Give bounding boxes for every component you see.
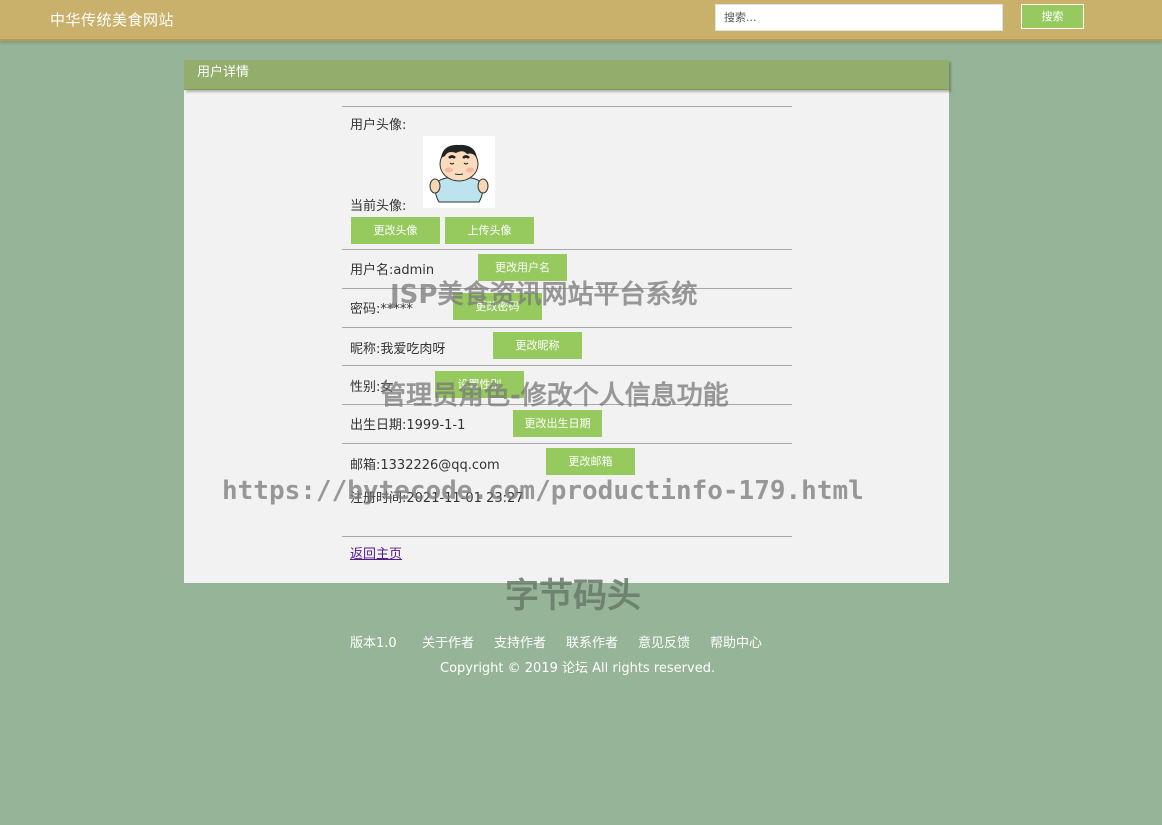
- avatar-section-label: 用户头像:: [350, 118, 407, 133]
- change-email-button[interactable]: 更改邮箱: [546, 448, 635, 475]
- change-nickname-button[interactable]: 更改昵称: [493, 332, 582, 359]
- password-value: *****: [380, 302, 413, 317]
- birthday-row: 出生日期:1999-1-1 更改出生日期: [342, 405, 792, 443]
- user-detail-panel: 用户详情 用户头像: 当前头像: 更改头像 上传头像 用户名:admin 更改用…: [184, 60, 949, 583]
- current-avatar-label: 当前头像:: [350, 199, 407, 214]
- register-time-row: 注册时间:2021-11-01 23:27: [342, 482, 792, 536]
- password-row: 密码:***** 更改密码: [342, 289, 792, 327]
- nickname-value: 我爱吃肉呀: [380, 342, 446, 357]
- avatar-image: [423, 136, 495, 208]
- gender-row: 性别:女 设置性别: [342, 366, 792, 404]
- user-detail-content: 用户头像: 当前头像: 更改头像 上传头像 用户名:admin 更改用户名 密码…: [342, 106, 792, 567]
- site-title[interactable]: 中华传统美食网站: [50, 9, 174, 30]
- register-time-value: 2021-11-01 23:27: [406, 491, 524, 506]
- set-gender-button[interactable]: 设置性别: [435, 371, 524, 398]
- change-password-button[interactable]: 更改密码: [453, 293, 542, 320]
- nickname-label: 昵称:: [350, 342, 381, 357]
- panel-title: 用户详情: [184, 60, 949, 90]
- birthday-label: 出生日期:: [350, 418, 407, 433]
- footer-link-help[interactable]: 帮助中心: [710, 632, 762, 651]
- email-row: 邮箱:1332226@qq.com 更改邮箱: [342, 444, 792, 482]
- search-input[interactable]: [715, 4, 1003, 31]
- avatar-row: 用户头像: 当前头像: 更改头像 上传头像: [342, 107, 792, 249]
- nickname-row: 昵称:我爱吃肉呀 更改昵称: [342, 328, 792, 365]
- footer-link-support[interactable]: 支持作者: [494, 632, 546, 651]
- change-birthday-button[interactable]: 更改出生日期: [513, 410, 602, 437]
- birthday-value: 1999-1-1: [406, 418, 466, 433]
- gender-value: 女: [380, 380, 394, 395]
- footer-link-contact[interactable]: 联系作者: [566, 632, 618, 651]
- register-time-label: 注册时间:: [350, 491, 407, 506]
- footer-link-about[interactable]: 关于作者: [422, 632, 474, 651]
- email-label: 邮箱:: [350, 458, 381, 473]
- top-navbar: 中华传统美食网站 搜索: [0, 0, 1162, 41]
- change-username-button[interactable]: 更改用户名: [478, 254, 567, 281]
- change-avatar-button[interactable]: 更改头像: [351, 217, 440, 244]
- email-value: 1332226@qq.com: [380, 458, 500, 473]
- copyright-text: Copyright © 2019 论坛 All rights reserved.: [440, 661, 716, 676]
- upload-avatar-button[interactable]: 上传头像: [445, 217, 534, 244]
- back-home-link[interactable]: 返回主页: [350, 543, 402, 562]
- gender-label: 性别:: [350, 380, 381, 395]
- footer-link-version[interactable]: 版本1.0: [350, 632, 397, 651]
- username-row: 用户名:admin 更改用户名: [342, 250, 792, 288]
- password-label: 密码:: [350, 302, 381, 317]
- username-label: 用户名:: [350, 263, 394, 278]
- footer-link-feedback[interactable]: 意见反馈: [638, 632, 690, 651]
- back-row: 返回主页: [342, 537, 792, 567]
- search-button[interactable]: 搜索: [1021, 4, 1084, 29]
- username-value: admin: [393, 263, 435, 278]
